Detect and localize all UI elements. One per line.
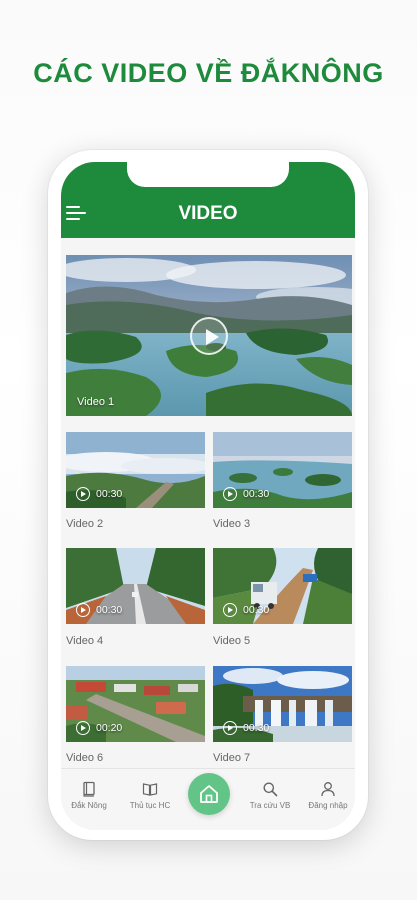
nav-item-dang-nhap[interactable]: Đăng nhập [301,769,355,830]
video-duration: 00:30 [223,487,269,501]
duration-text: 00:20 [96,722,123,734]
video-card[interactable]: 00:30 [213,548,352,624]
nav-item-thu-tuc[interactable]: Thủ tục HC [119,769,181,830]
play-icon[interactable] [223,603,237,617]
featured-video[interactable]: Video 1 [66,255,352,416]
play-icon[interactable] [223,721,237,735]
nav-label: Đăng nhập [308,801,348,810]
video-title: Video 7 [213,752,251,764]
app-bar-title: VIDEO [178,203,238,224]
duration-text: 00:30 [243,488,270,500]
duration-text: 00:30 [96,488,123,500]
video-duration: 00:30 [223,603,269,617]
video-duration: 00:30 [76,487,122,501]
nav-label: Tra cứu VB [249,801,291,810]
play-icon[interactable] [76,487,90,501]
play-icon[interactable] [190,316,228,355]
bottom-navigation: Đắk Nông Thủ tục HC Tra cứu VB Đăng nhập [61,768,355,830]
duration-text: 00:30 [243,722,270,734]
duration-text: 00:30 [96,604,123,616]
video-title: Video 2 [66,518,104,530]
featured-video-label: Video 1 [77,396,115,408]
video-duration: 00:30 [76,603,122,617]
play-icon[interactable] [223,487,237,501]
play-icon[interactable] [76,603,90,617]
app-screen: VIDEO Video 1 00:30 Video 2 00:30 Video … [61,162,355,830]
nav-label: Thủ tục HC [129,801,171,810]
video-title: Video 4 [66,635,104,647]
open-book-icon [142,783,158,796]
video-card[interactable]: 00:30 [66,432,205,508]
video-card[interactable]: 00:20 [66,666,205,742]
home-button[interactable] [188,773,230,815]
duration-text: 00:30 [243,604,270,616]
play-icon[interactable] [76,721,90,735]
video-duration: 00:30 [223,721,269,735]
search-icon [263,782,278,797]
video-title: Video 3 [213,518,251,530]
video-card[interactable]: 00:30 [66,548,205,624]
nav-item-tra-cuu[interactable]: Tra cứu VB [241,769,299,830]
user-icon [321,782,335,797]
video-title: Video 6 [66,752,104,764]
video-card[interactable]: 00:30 [213,666,352,742]
page-headline: CÁC VIDEO VỀ ĐẮKNÔNG [33,58,384,88]
video-list: Video 1 00:30 Video 2 00:30 Video 3 00:3… [61,238,355,768]
phone-frame: VIDEO Video 1 00:30 Video 2 00:30 Video … [48,150,368,840]
home-icon [200,785,218,803]
video-title: Video 5 [213,635,251,647]
phone-notch [127,162,289,187]
book-icon [83,781,95,797]
video-card[interactable]: 00:30 [213,432,352,508]
video-duration: 00:20 [76,721,122,735]
nav-item-dak-nong[interactable]: Đắk Nông [61,769,117,830]
nav-label: Đắk Nông [71,801,107,810]
